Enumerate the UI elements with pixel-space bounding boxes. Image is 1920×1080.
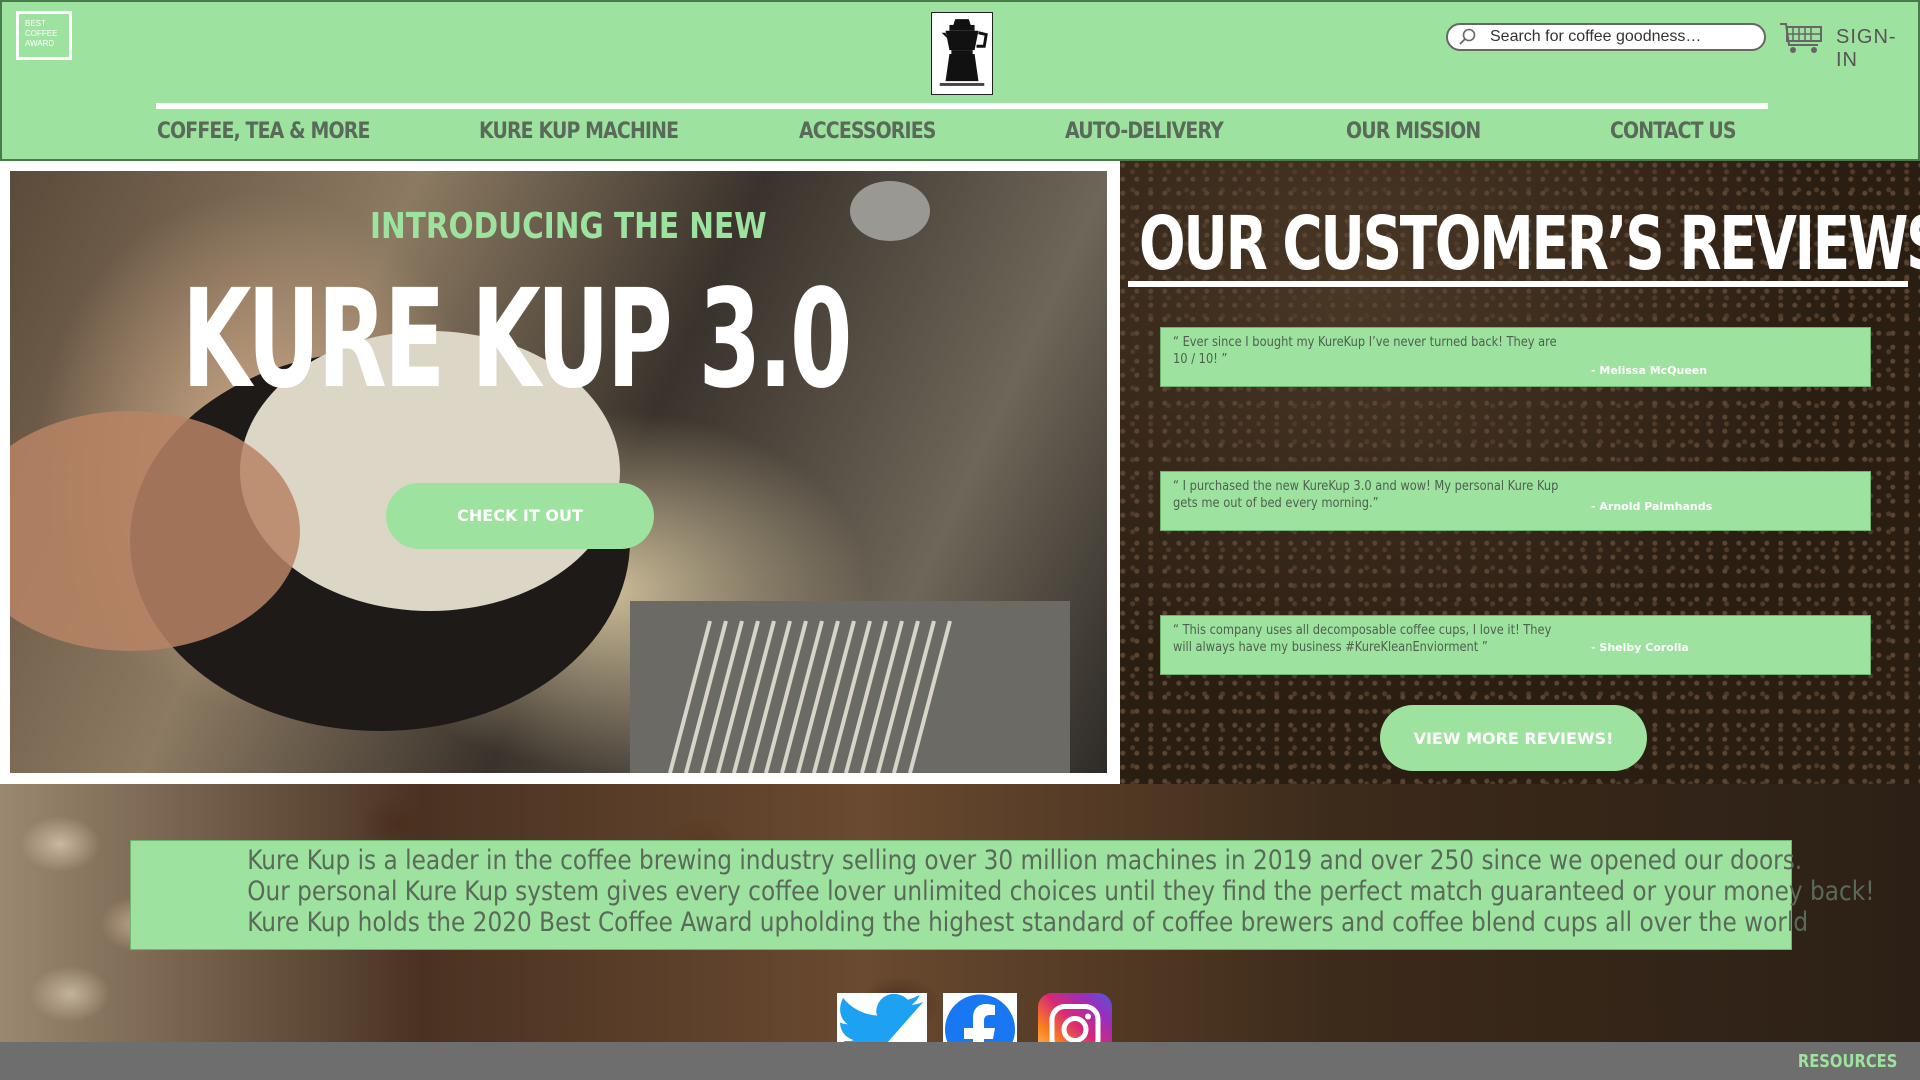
site-footer: RESOURCES — [0, 1042, 1920, 1080]
nav-divider — [156, 103, 1768, 109]
review-author: - Arnold Palmhands — [1591, 500, 1713, 513]
review-author: - Melissa McQueen — [1591, 364, 1708, 377]
main-nav: COFFEE, TEA & MORE KURE KUP MACHINE ACCE… — [2, 119, 1920, 149]
award-line: COFFEE — [25, 29, 58, 38]
hero-intro-text: INTRODUCING THE NEW — [370, 206, 767, 247]
review-author: - Shelby Corolla — [1591, 641, 1689, 654]
hero-title: KURE KUP 3.0 — [182, 261, 852, 419]
review-quote: “ Ever since I bought my KureKup I’ve ne… — [1173, 335, 1557, 367]
check-it-out-button[interactable]: CHECK IT OUT — [386, 483, 654, 549]
reviews-title: OUR CUSTOMER’S REVIEWS! — [1139, 201, 1920, 287]
nav-item-kure-kup-machine[interactable]: KURE KUP MACHINE — [479, 119, 679, 144]
nav-item-coffee-tea-more[interactable]: COFFEE, TEA & MORE — [157, 119, 370, 144]
review-card: “ Ever since I bought my KureKup I’ve ne… — [1160, 327, 1871, 387]
moka-pot-icon[interactable] — [931, 12, 993, 95]
review-card: “ I purchased the new KureKup 3.0 and wo… — [1160, 471, 1871, 531]
search-icon — [1459, 28, 1476, 45]
nav-item-accessories[interactable]: ACCESSORIES — [799, 119, 936, 144]
reviews-section: OUR CUSTOMER’S REVIEWS! “ Ever since I b… — [1120, 161, 1920, 784]
site-header: BEST COFFEE AWARD Search for coffee good… — [0, 0, 1920, 161]
about-line: Kure Kup is a leader in the coffee brewi… — [247, 845, 1803, 876]
search-bar[interactable] — [1446, 23, 1766, 51]
view-more-reviews-button[interactable]: VIEW MORE REVIEWS! — [1380, 705, 1647, 771]
search-input[interactable] — [1490, 28, 1750, 46]
about-line: Kure Kup holds the 2020 Best Coffee Awar… — [247, 907, 1809, 938]
about-text-box: Kure Kup is a leader in the coffee brewi… — [130, 840, 1875, 950]
hero-banner: INTRODUCING THE NEW KURE KUP 3.0 CHECK I… — [10, 171, 1107, 773]
review-quote: “ This company uses all decomposable cof… — [1173, 623, 1552, 655]
nav-item-auto-delivery[interactable]: AUTO-DELIVERY — [1065, 119, 1224, 144]
sign-in-link[interactable]: SIGN-IN — [1836, 26, 1918, 72]
award-line: AWARD — [25, 39, 55, 48]
about-line: Our personal Kure Kup system gives every… — [247, 876, 1875, 907]
nav-item-contact-us[interactable]: CONTACT US — [1610, 119, 1737, 144]
best-coffee-award-badge: BEST COFFEE AWARD — [16, 11, 72, 60]
resources-link[interactable]: RESOURCES — [1797, 1051, 1897, 1072]
nav-item-our-mission[interactable]: OUR MISSION — [1346, 119, 1481, 144]
review-card: “ This company uses all decomposable cof… — [1160, 615, 1871, 675]
cart-icon[interactable] — [1778, 21, 1824, 55]
award-line: BEST — [25, 19, 46, 28]
reviews-divider — [1128, 281, 1908, 287]
review-quote: “ I purchased the new KureKup 3.0 and wo… — [1173, 479, 1559, 511]
